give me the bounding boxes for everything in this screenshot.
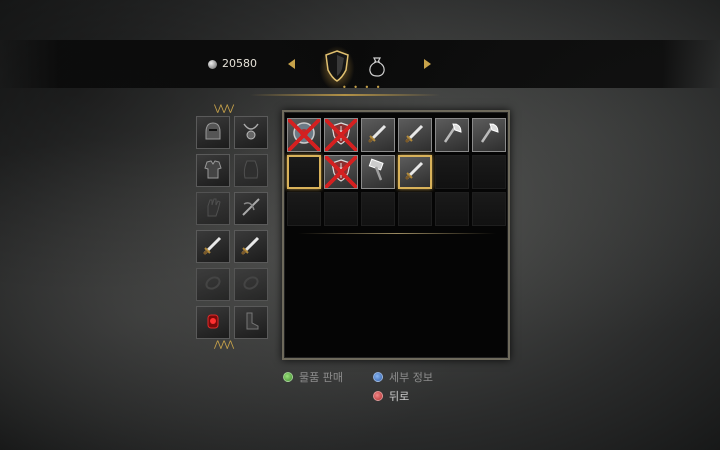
axe-icon: [439, 120, 465, 150]
hammer-icon: [365, 157, 391, 187]
equipment-slot[interactable]: [196, 192, 230, 225]
header-divider: [250, 94, 440, 96]
crossbow-icon: [240, 196, 262, 222]
boots-icon: [240, 310, 262, 336]
equipment-slot[interactable]: [234, 268, 268, 301]
equipment-slot[interactable]: [234, 306, 268, 339]
equipment-bottom-ornament: ⋀⋀⋀: [214, 340, 234, 350]
inventory-slot[interactable]: [361, 118, 395, 152]
currency-value: 20580: [222, 57, 257, 70]
inventory-slot[interactable]: [361, 192, 395, 226]
equipment-slot[interactable]: [234, 192, 268, 225]
inventory-slot[interactable]: [398, 192, 432, 226]
sell-item-label: 물품 판매: [299, 371, 343, 384]
equipment-row: [196, 116, 270, 149]
unusable-cross-icon: [288, 119, 320, 151]
coin-icon: [208, 60, 217, 69]
inventory-slot[interactable]: [435, 192, 469, 226]
inventory-slot[interactable]: [324, 155, 358, 189]
inventory-grid: [287, 118, 506, 226]
sword-icon: [403, 121, 427, 149]
cape-icon: [240, 158, 262, 184]
equipment-slot[interactable]: [196, 154, 230, 187]
inventory-slot[interactable]: [435, 118, 469, 152]
page-dots: • • • •: [342, 83, 383, 92]
equipment-panel: [196, 116, 270, 344]
inventory-slot[interactable]: [472, 118, 506, 152]
sword-icon: [366, 121, 390, 149]
gauntlet-icon: [202, 196, 224, 222]
equipment-slot[interactable]: [196, 268, 230, 301]
b-button-icon: [373, 391, 383, 401]
equipment-slot[interactable]: [234, 230, 268, 263]
x-button-icon: [373, 372, 383, 382]
equipment-row: [196, 230, 270, 263]
axe-icon: [476, 120, 502, 150]
top-bar: [0, 40, 720, 88]
previous-tab-arrow-icon[interactable]: [288, 59, 295, 69]
inventory-divider: [298, 233, 496, 234]
sell-item-hint[interactable]: 물품 판매: [283, 369, 343, 385]
unusable-cross-icon: [325, 119, 357, 151]
equipment-slot[interactable]: [234, 154, 268, 187]
inventory-slot[interactable]: [398, 118, 432, 152]
inventory-slot[interactable]: [324, 118, 358, 152]
helmet-icon: [202, 120, 224, 146]
inventory-slot[interactable]: [472, 192, 506, 226]
inventory-slot[interactable]: [287, 155, 321, 189]
details-hint[interactable]: 세부 정보: [373, 369, 433, 385]
equipment-slot[interactable]: [234, 116, 268, 149]
bag-icon[interactable]: [364, 52, 390, 80]
inventory-slot[interactable]: [324, 192, 358, 226]
sword-icon: [239, 233, 263, 261]
shield-icon[interactable]: [318, 44, 356, 88]
equipment-slot[interactable]: [196, 306, 230, 339]
ring-icon: [202, 272, 224, 298]
equipment-row: [196, 268, 270, 301]
unusable-cross-icon: [325, 156, 357, 188]
equipment-row: [196, 154, 270, 187]
back-hint[interactable]: 뒤로: [373, 388, 409, 404]
armor-icon: [202, 158, 224, 184]
inventory-slot[interactable]: [287, 118, 321, 152]
equipment-row: [196, 306, 270, 339]
inventory-slot[interactable]: [287, 192, 321, 226]
ring-icon: [240, 272, 262, 298]
a-button-icon: [283, 372, 293, 382]
equipment-slot[interactable]: [196, 230, 230, 263]
inventory-slot[interactable]: [435, 155, 469, 189]
details-label: 세부 정보: [389, 371, 433, 384]
equipment-top-ornament: ⋁⋁⋁: [214, 104, 234, 114]
equipment-slot[interactable]: [196, 116, 230, 149]
sword-icon: [201, 233, 225, 261]
inventory-panel: [282, 110, 510, 360]
red-lantern-icon: [202, 310, 224, 336]
inventory-slot[interactable]: [472, 155, 506, 189]
amulet-icon: [240, 120, 262, 146]
back-label: 뒤로: [389, 390, 410, 403]
next-tab-arrow-icon[interactable]: [424, 59, 431, 69]
inventory-slot[interactable]: [398, 155, 432, 189]
sword-icon: [403, 158, 427, 186]
equipment-row: [196, 192, 270, 225]
inventory-slot[interactable]: [361, 155, 395, 189]
